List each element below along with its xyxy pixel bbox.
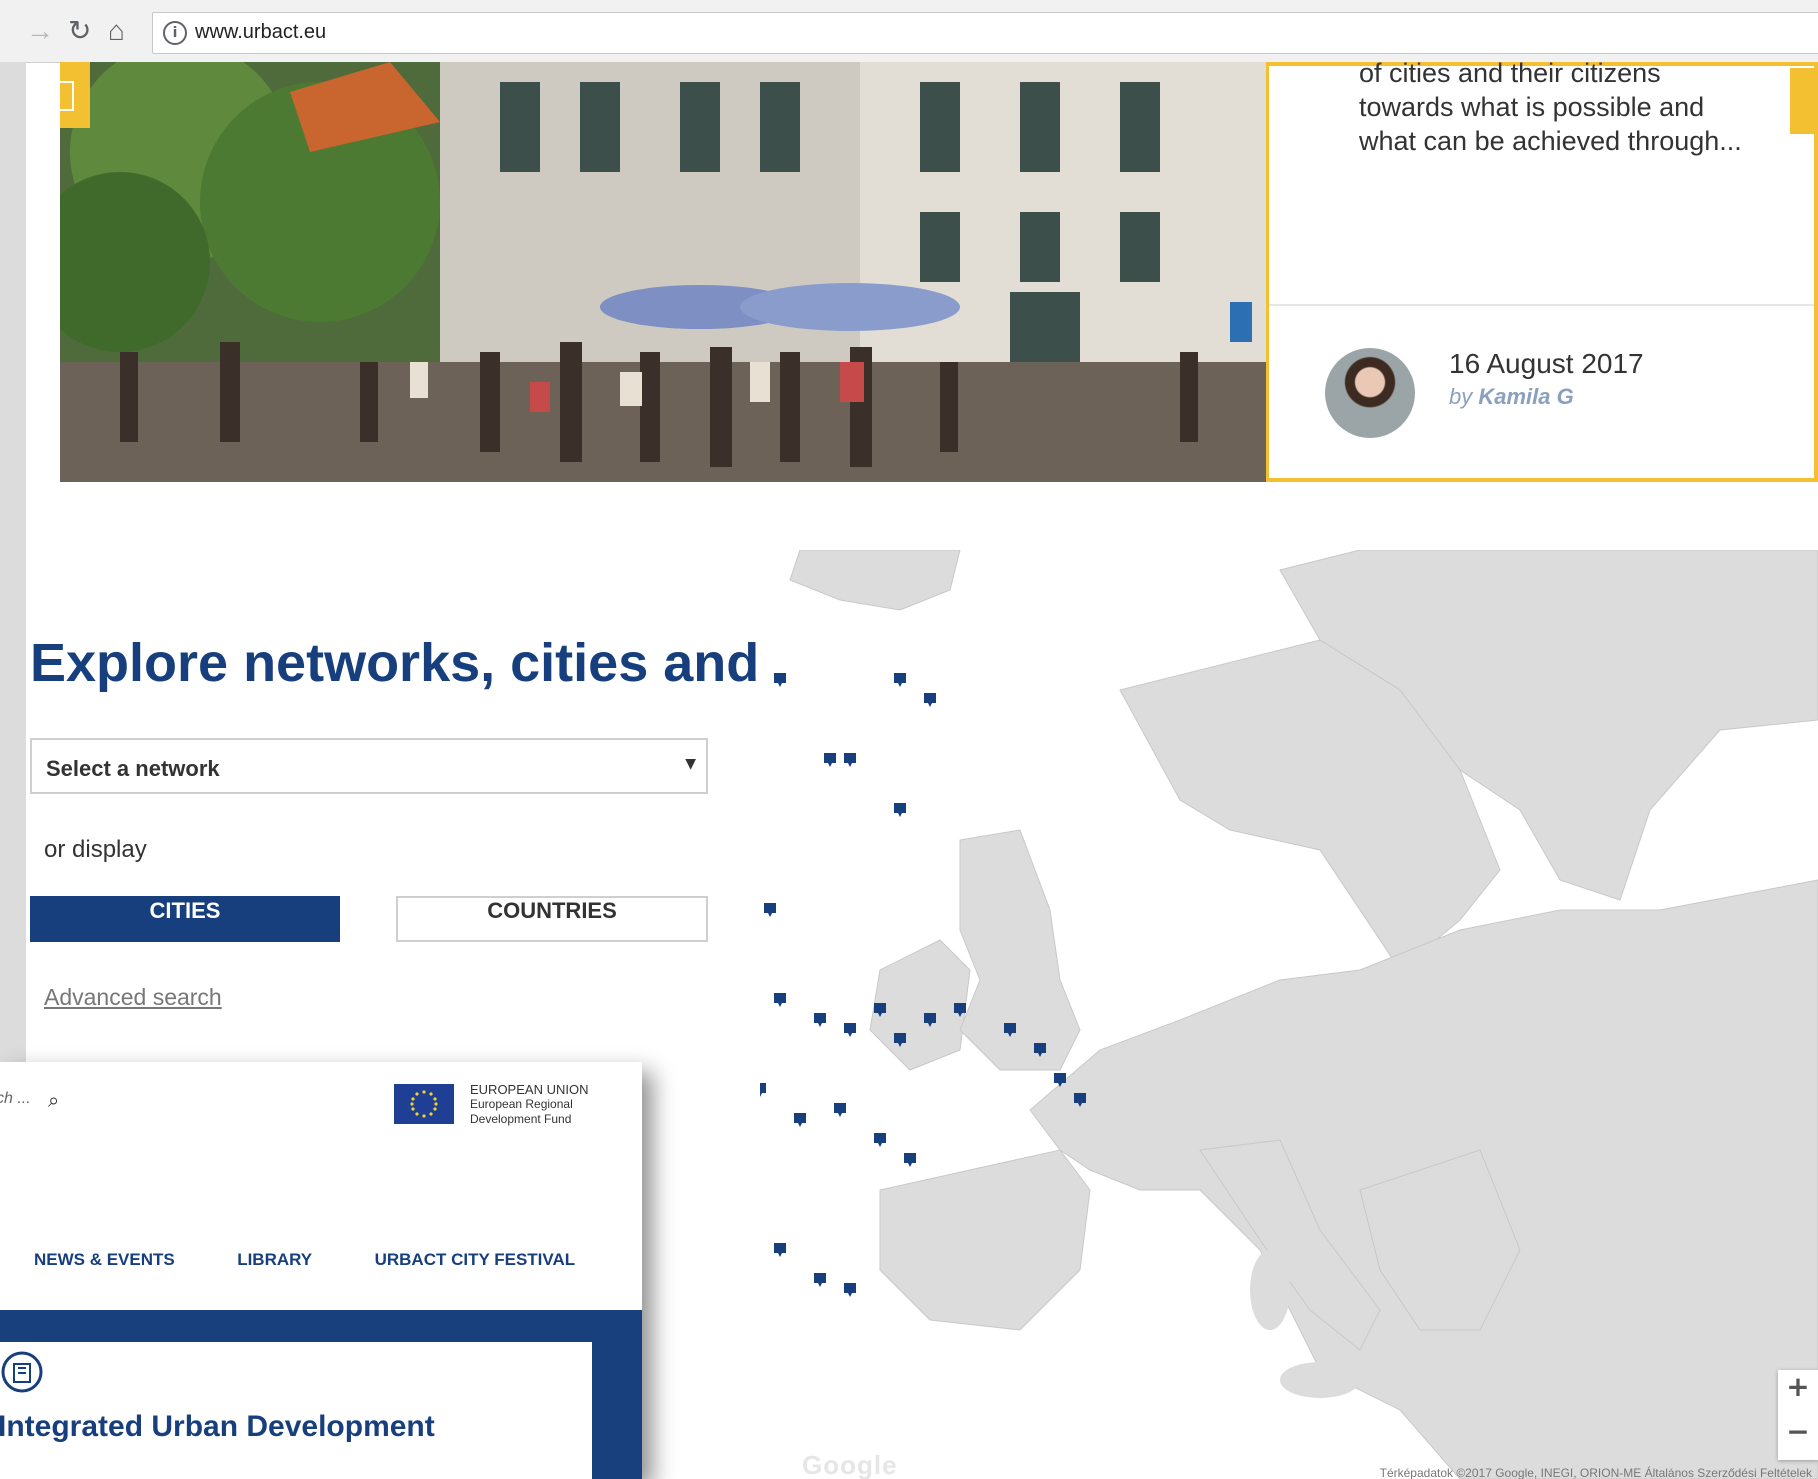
- article-author: by Kamila G: [1449, 384, 1574, 409]
- card-divider: [1269, 304, 1814, 306]
- city-marker[interactable]: [874, 1133, 886, 1147]
- browser-toolbar: → ↻ ⌂ i www.urbact.eu: [0, 0, 1818, 63]
- city-marker[interactable]: [794, 1113, 806, 1127]
- city-marker[interactable]: [814, 1273, 826, 1287]
- city-marker[interactable]: [774, 1243, 786, 1257]
- city-marker[interactable]: [904, 1153, 916, 1167]
- author-link[interactable]: Kamila G: [1478, 384, 1573, 409]
- article-date: 16 August 2017: [1449, 348, 1644, 379]
- eu-flag-icon: [394, 1084, 454, 1124]
- zoom-out-button[interactable]: −: [1778, 1415, 1818, 1460]
- nav-news-events[interactable]: NEWS & EVENTS: [34, 1250, 175, 1270]
- search-icon[interactable]: ⌕: [48, 1088, 59, 1112]
- dropdown-caret-icon: ▼: [685, 756, 696, 772]
- home-icon[interactable]: ⌂: [108, 16, 125, 46]
- city-marker[interactable]: [894, 673, 906, 687]
- site-header-overlay: ch ... ⌕ EUROPEAN UNION European Regiona…: [0, 1062, 642, 1479]
- main-nav: NEWS & EVENTS LIBRARY URBACT CITY FESTIV…: [34, 1250, 633, 1270]
- city-marker[interactable]: [844, 1023, 856, 1037]
- search-input[interactable]: ch ...: [0, 1090, 31, 1108]
- advanced-search-link[interactable]: Advanced search: [44, 984, 222, 1011]
- zoom-control: + −: [1778, 1370, 1818, 1460]
- city-marker[interactable]: [774, 993, 786, 1007]
- url-text: www.urbact.eu: [195, 21, 327, 43]
- city-marker[interactable]: [814, 1013, 826, 1027]
- eu-label: EUROPEAN UNION European Regional Develop…: [470, 1082, 589, 1126]
- google-watermark: Google: [802, 1450, 898, 1479]
- city-marker[interactable]: [774, 673, 786, 687]
- or-display-label: or display: [44, 836, 147, 863]
- map-attribution: Térképadatok ©2017 Google, INEGI, ORION-…: [1379, 1466, 1812, 1479]
- city-marker[interactable]: [894, 803, 906, 817]
- carousel-next-button[interactable]: [1790, 68, 1818, 134]
- topic-title: Integrated Urban Development: [0, 1410, 435, 1443]
- nav-city-festival[interactable]: URBACT CITY FESTIVAL: [375, 1250, 576, 1270]
- nav-library[interactable]: LIBRARY: [237, 1250, 312, 1270]
- network-select[interactable]: Select a network ▼: [30, 738, 708, 794]
- land-shapes: [789, 550, 1818, 1479]
- city-marker[interactable]: [764, 903, 776, 917]
- urban-development-icon: [1, 1351, 43, 1393]
- carousel-prev-button[interactable]: [60, 62, 90, 128]
- city-marker[interactable]: [834, 1103, 846, 1117]
- city-marker[interactable]: [924, 693, 936, 707]
- address-bar[interactable]: i www.urbact.eu: [152, 12, 1818, 54]
- article-excerpt: of cities and their citizens towards wha…: [1359, 58, 1742, 156]
- reload-icon[interactable]: ↻: [68, 16, 91, 46]
- city-marker[interactable]: [844, 1283, 856, 1297]
- author-avatar: [1325, 348, 1415, 438]
- city-marker[interactable]: [844, 753, 856, 767]
- cities-button[interactable]: CITIES: [30, 896, 340, 942]
- city-marker[interactable]: [824, 753, 836, 767]
- city-marker[interactable]: [760, 1083, 766, 1097]
- topic-card[interactable]: Integrated Urban Development: [0, 1342, 592, 1479]
- zoom-in-button[interactable]: +: [1778, 1370, 1818, 1415]
- europe-map[interactable]: Google Térképadatok ©2017 Google, INEGI,…: [760, 550, 1818, 1479]
- article-card[interactable]: of cities and their citizens towards wha…: [1266, 58, 1818, 482]
- network-select-value: Select a network: [46, 756, 220, 781]
- back-arrow-icon[interactable]: →: [26, 16, 54, 46]
- countries-button[interactable]: COUNTRIES: [396, 896, 708, 942]
- hero-image: [60, 62, 1266, 482]
- info-icon[interactable]: i: [163, 21, 187, 45]
